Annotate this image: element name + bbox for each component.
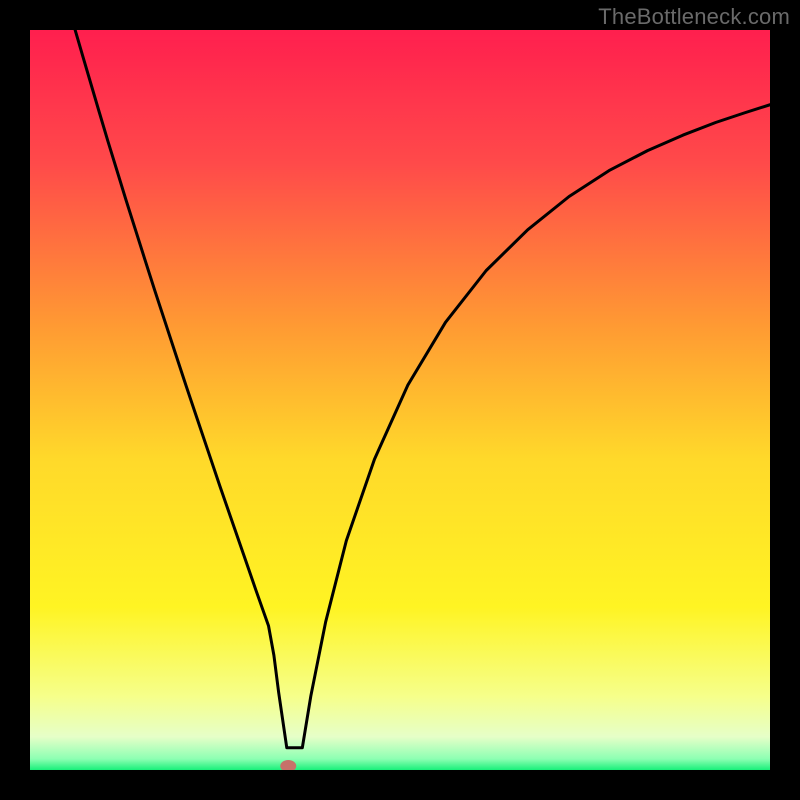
watermark-text: TheBottleneck.com (598, 4, 790, 30)
chart-svg (30, 30, 770, 770)
plot-area (30, 30, 770, 770)
chart-frame: TheBottleneck.com (0, 0, 800, 800)
